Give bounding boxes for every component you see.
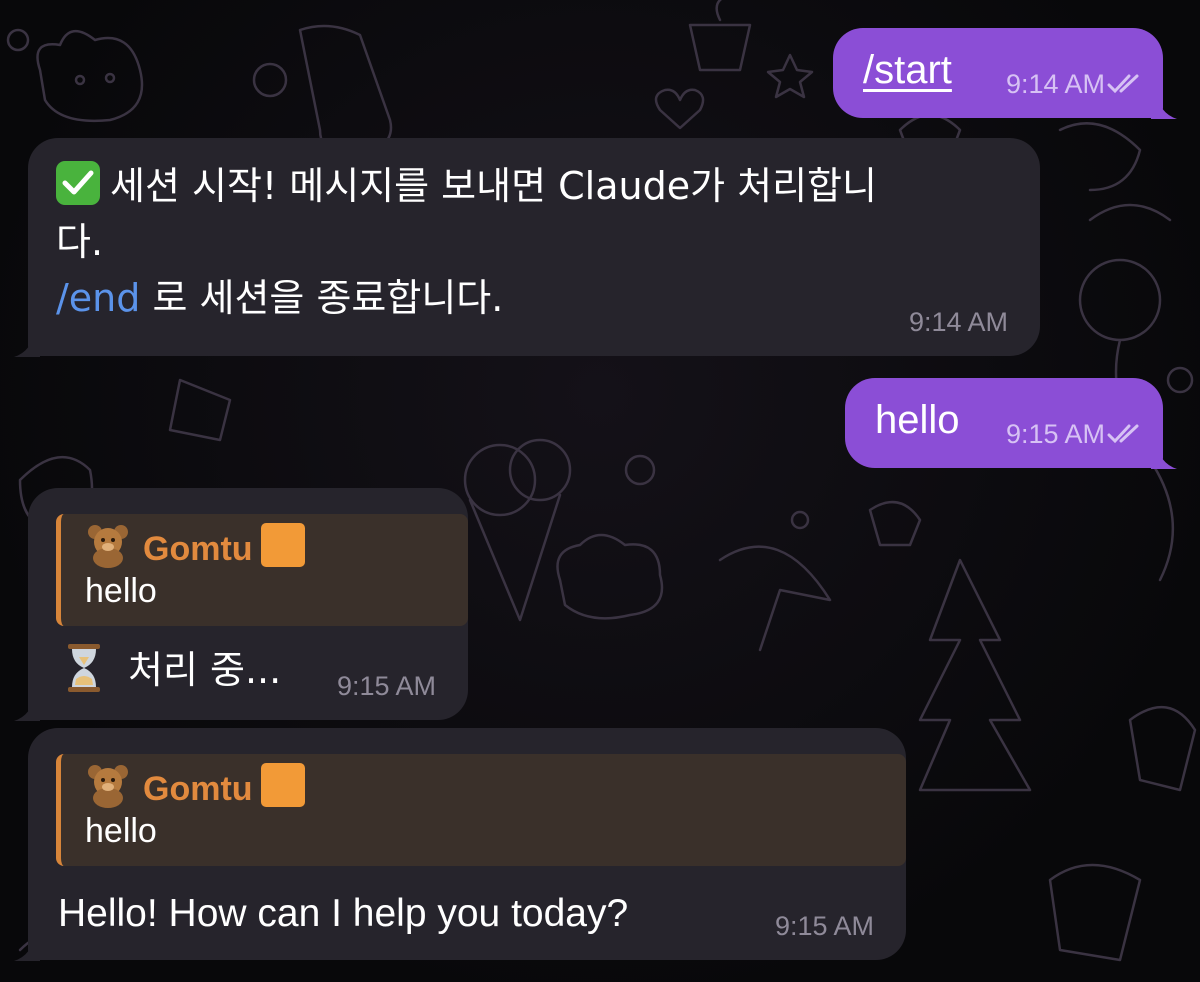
reply-text: hello xyxy=(85,812,157,850)
orange-square-icon xyxy=(260,523,305,567)
processing-text: 처리 중... xyxy=(128,648,282,692)
reply-quote[interactable]: Gomtu hello xyxy=(56,754,906,866)
message-text: Hello! How can I help you today? xyxy=(58,892,629,935)
message-line-2: 다. xyxy=(56,220,104,264)
message-time: 9:15 AM xyxy=(336,671,436,701)
orange-square-icon xyxy=(260,763,305,807)
bubble-tail xyxy=(14,695,40,721)
message-time: 9:15 AM xyxy=(774,911,874,941)
message-body: 세션 시작! 메시지를 보내면 Claude가 처리합니 다. /end 로 세… xyxy=(56,158,877,326)
outgoing-message-hello[interactable]: hello 9:15 AM xyxy=(845,378,1177,469)
outgoing-message-start[interactable]: /start 9:14 AM xyxy=(833,28,1177,119)
double-check-icon xyxy=(1107,424,1139,444)
incoming-message-reply[interactable]: Gomtu hello Hello! How can I help you to… xyxy=(14,728,906,961)
message-time: 9:14 AM xyxy=(908,307,1008,337)
reply-quote[interactable]: Gomtu hello xyxy=(56,514,468,626)
hourglass-icon xyxy=(68,644,100,692)
incoming-message-processing[interactable]: Gomtu hello 처리 중... 9:15 AM xyxy=(14,488,468,721)
message-line-1: 세션 시작! 메시지를 보내면 Claude가 처리합니 xyxy=(110,164,877,208)
bubble-tail xyxy=(14,331,40,357)
teddy-bear-icon xyxy=(88,765,128,808)
start-command-link[interactable]: /start xyxy=(863,48,952,92)
check-mark-emoji-icon xyxy=(56,161,100,205)
end-command-link[interactable]: /end xyxy=(56,276,140,320)
reply-author: Gomtu xyxy=(143,770,253,808)
bubble-tail xyxy=(1151,93,1177,119)
bubble-tail xyxy=(1151,443,1177,469)
teddy-bear-icon xyxy=(88,525,128,568)
reply-author: Gomtu xyxy=(143,530,253,568)
incoming-message-session-start[interactable]: 세션 시작! 메시지를 보내면 Claude가 처리합니 다. /end 로 세… xyxy=(14,138,1040,357)
bubble-tail xyxy=(14,935,40,961)
message-line-3: 로 세션을 종료합니다. xyxy=(140,276,504,320)
reply-text: hello xyxy=(85,572,157,610)
message-time: 9:15 AM xyxy=(1005,419,1105,449)
message-text: hello xyxy=(875,398,960,442)
double-check-icon xyxy=(1107,74,1139,94)
message-time: 9:14 AM xyxy=(1005,69,1105,99)
